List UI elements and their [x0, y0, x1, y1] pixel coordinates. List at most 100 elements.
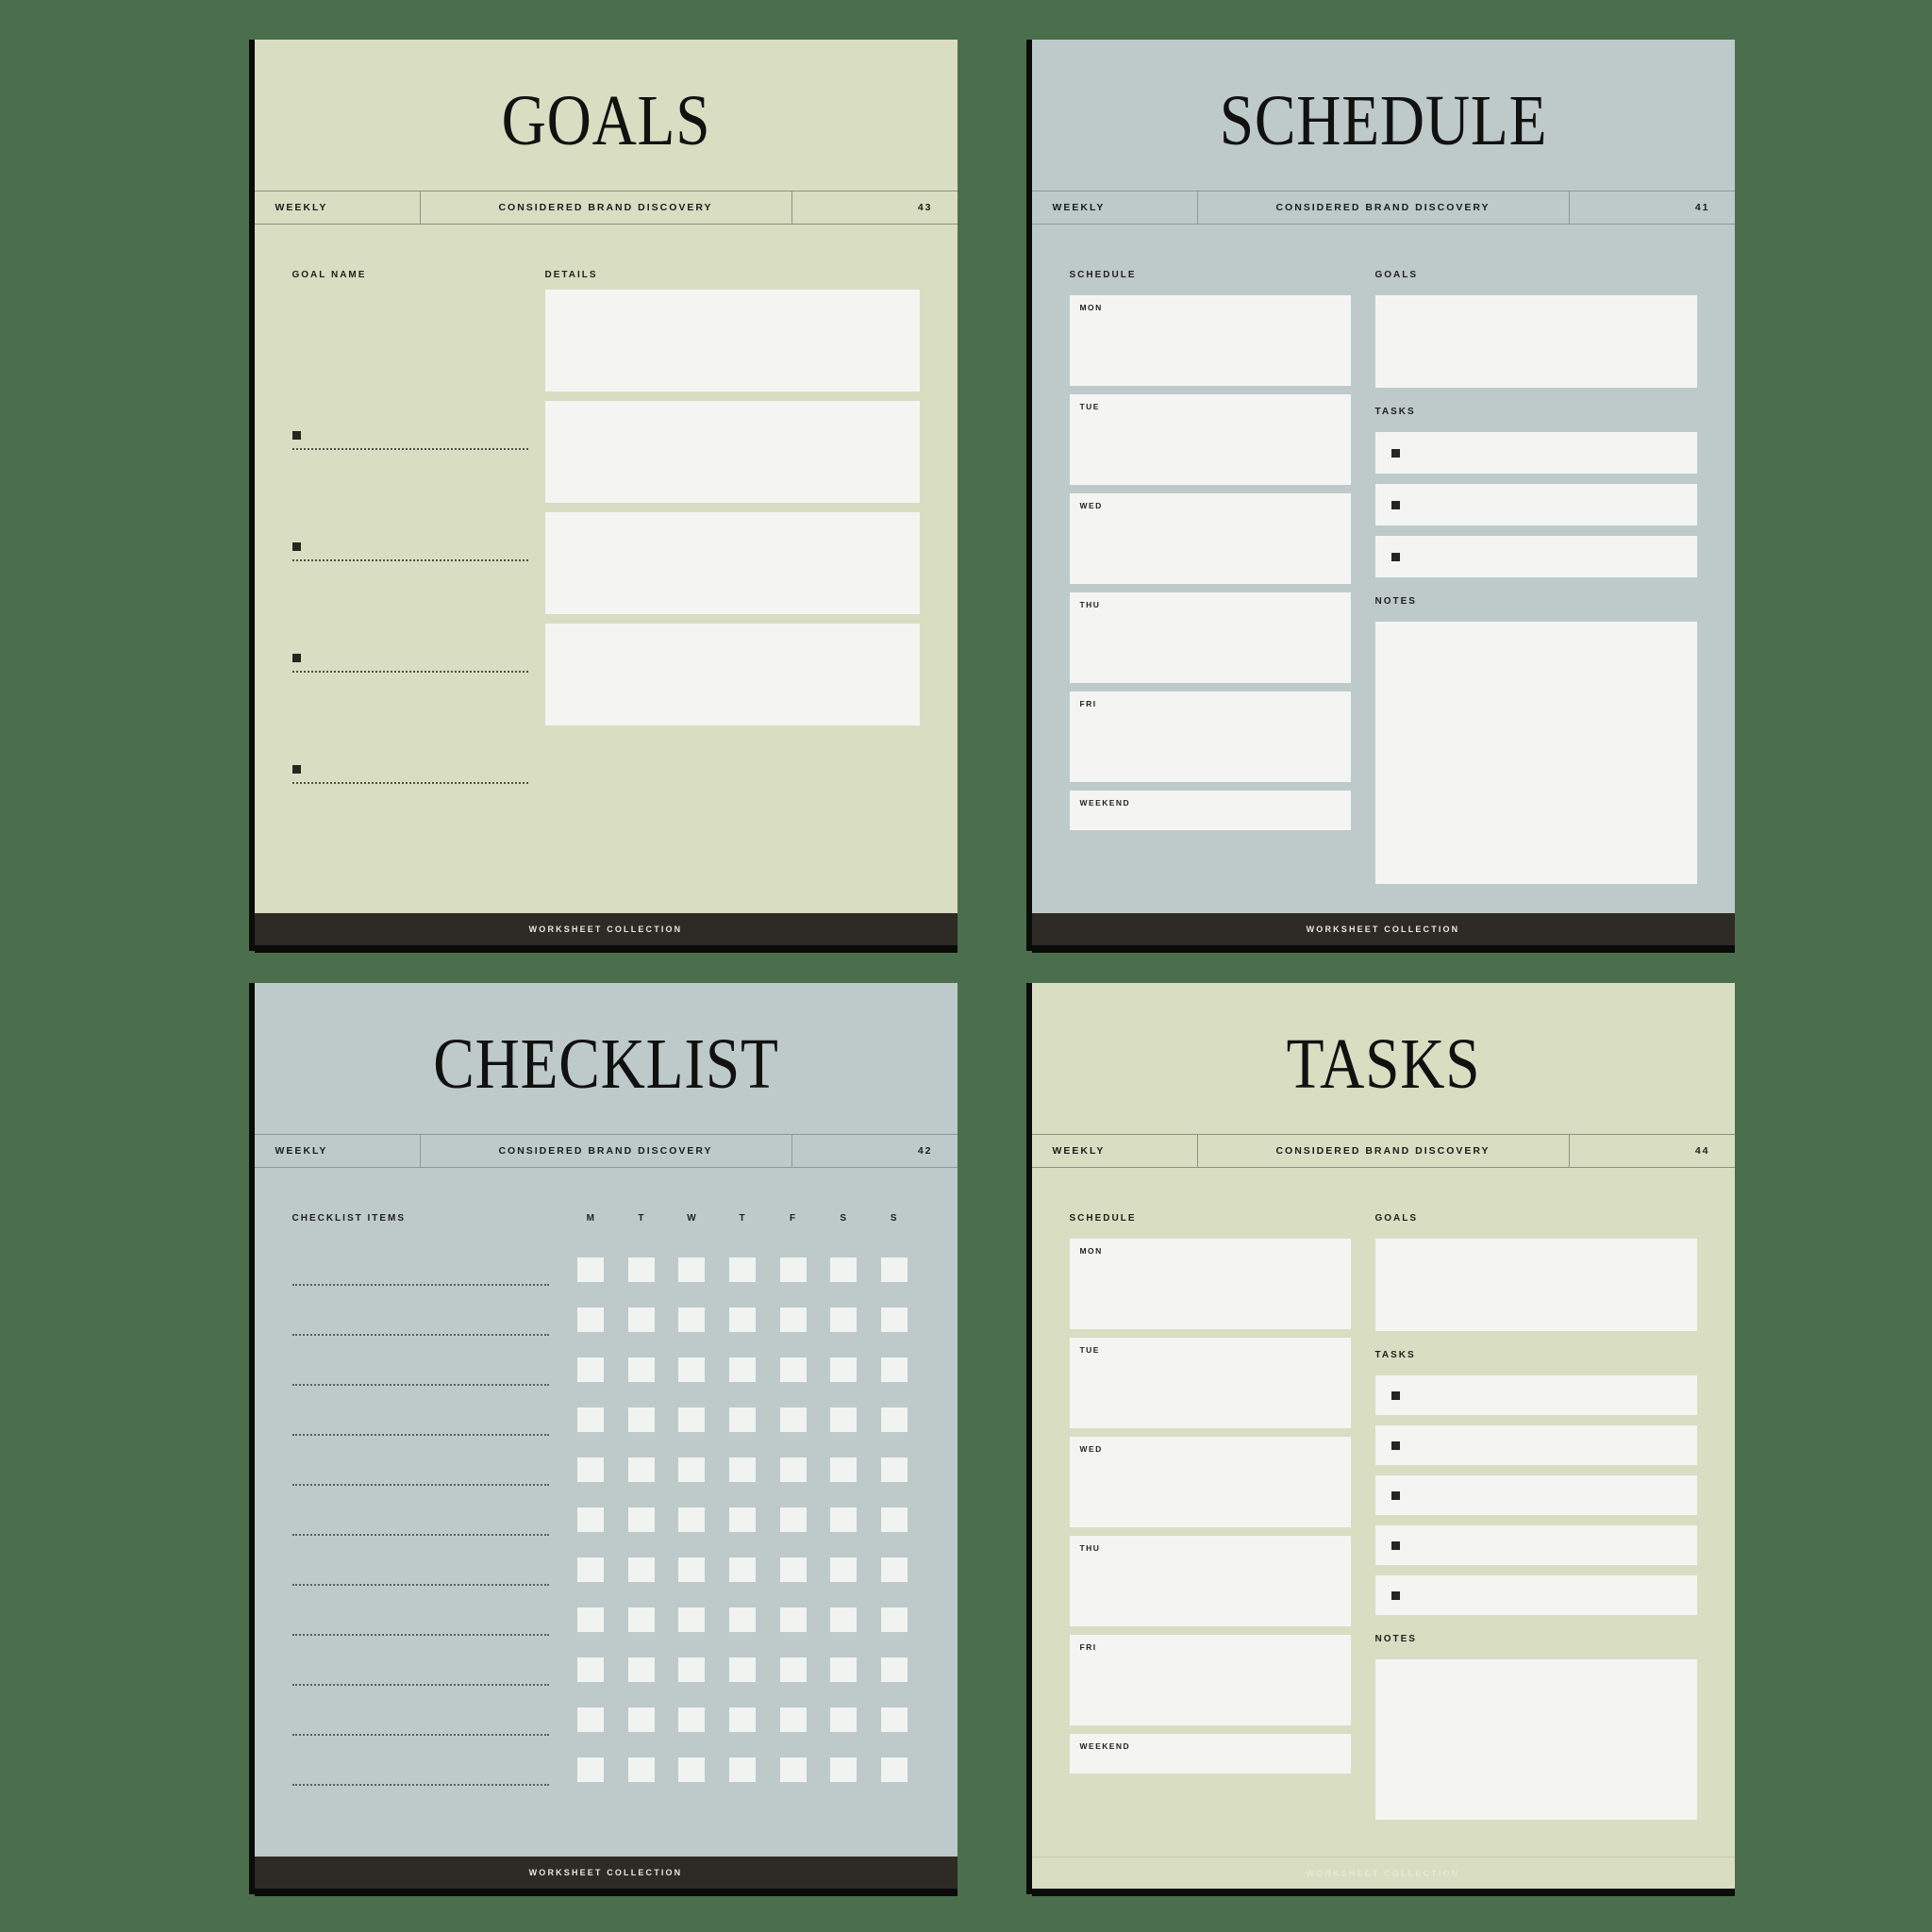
checkbox[interactable]	[880, 1457, 908, 1482]
worksheet-checklist[interactable]: CHECKLIST WEEKLY CONSIDERED BRAND DISCOV…	[254, 983, 958, 1889]
day-box-tue[interactable]: TUE	[1069, 394, 1351, 485]
goal-row[interactable]	[291, 561, 528, 673]
checkbox[interactable]	[830, 1707, 858, 1732]
task-row[interactable]	[1374, 1375, 1697, 1415]
checkbox[interactable]	[729, 1657, 757, 1682]
checkbox[interactable]	[779, 1407, 807, 1432]
task-row[interactable]	[1374, 432, 1697, 474]
worksheet-tasks[interactable]: TASKS WEEKLY CONSIDERED BRAND DISCOVERY …	[1031, 983, 1735, 1889]
checkbox[interactable]	[678, 1757, 706, 1782]
checkbox[interactable]	[779, 1707, 807, 1732]
detail-box[interactable]	[544, 624, 920, 725]
detail-box[interactable]	[544, 512, 920, 614]
checkbox[interactable]	[830, 1507, 858, 1532]
checkbox[interactable]	[880, 1707, 908, 1732]
checkbox[interactable]	[577, 1757, 605, 1782]
checkbox[interactable]	[577, 1457, 605, 1482]
checkbox[interactable]	[678, 1457, 706, 1482]
checkbox[interactable]	[577, 1657, 605, 1682]
checkbox[interactable]	[779, 1357, 807, 1382]
checkbox[interactable]	[627, 1757, 655, 1782]
checkbox[interactable]	[678, 1707, 706, 1732]
checkbox[interactable]	[779, 1307, 807, 1332]
checkbox[interactable]	[830, 1357, 858, 1382]
checkbox[interactable]	[729, 1757, 757, 1782]
notes-box[interactable]	[1374, 622, 1697, 884]
checkbox[interactable]	[880, 1607, 908, 1632]
checklist-item-write-line[interactable]	[291, 1584, 549, 1586]
checkbox[interactable]	[678, 1557, 706, 1582]
checkbox[interactable]	[577, 1507, 605, 1532]
checkbox[interactable]	[880, 1757, 908, 1782]
checkbox[interactable]	[880, 1507, 908, 1532]
day-box-fri[interactable]: FRI	[1069, 691, 1351, 782]
checkbox[interactable]	[627, 1407, 655, 1432]
checkbox[interactable]	[830, 1407, 858, 1432]
day-box-mon[interactable]: MON	[1069, 1239, 1351, 1329]
checkbox[interactable]	[830, 1457, 858, 1482]
checkbox[interactable]	[779, 1757, 807, 1782]
worksheet-goals[interactable]: GOALS WEEKLY CONSIDERED BRAND DISCOVERY …	[254, 40, 958, 945]
checkbox[interactable]	[678, 1357, 706, 1382]
checklist-item-write-line[interactable]	[291, 1784, 549, 1786]
checkbox[interactable]	[830, 1307, 858, 1332]
checkbox[interactable]	[678, 1607, 706, 1632]
checkbox[interactable]	[678, 1257, 706, 1282]
goal-write-line[interactable]	[291, 782, 528, 784]
checkbox[interactable]	[577, 1557, 605, 1582]
checkbox[interactable]	[779, 1507, 807, 1532]
day-box-wed[interactable]: WED	[1069, 493, 1351, 584]
checklist-item-write-line[interactable]	[291, 1634, 549, 1636]
checkbox[interactable]	[729, 1257, 757, 1282]
checkbox[interactable]	[880, 1307, 908, 1332]
checklist-item-write-line[interactable]	[291, 1684, 549, 1686]
checkbox[interactable]	[830, 1257, 858, 1282]
checkbox[interactable]	[830, 1657, 858, 1682]
checklist-item-write-line[interactable]	[291, 1734, 549, 1736]
checkbox[interactable]	[729, 1507, 757, 1532]
worksheet-schedule[interactable]: SCHEDULE WEEKLY CONSIDERED BRAND DISCOVE…	[1031, 40, 1735, 945]
checkbox[interactable]	[880, 1657, 908, 1682]
checkbox[interactable]	[577, 1357, 605, 1382]
checkbox[interactable]	[627, 1507, 655, 1532]
day-box-wed[interactable]: WED	[1069, 1437, 1351, 1527]
task-row[interactable]	[1374, 1575, 1697, 1615]
checkbox[interactable]	[779, 1557, 807, 1582]
checkbox[interactable]	[678, 1507, 706, 1532]
checkbox[interactable]	[729, 1607, 757, 1632]
checklist-item-write-line[interactable]	[291, 1484, 549, 1486]
goals-box[interactable]	[1374, 295, 1697, 388]
checklist-item-write-line[interactable]	[291, 1434, 549, 1436]
goal-row[interactable]	[291, 450, 528, 561]
checkbox[interactable]	[880, 1407, 908, 1432]
checkbox[interactable]	[577, 1257, 605, 1282]
task-row[interactable]	[1374, 536, 1697, 577]
checkbox[interactable]	[729, 1307, 757, 1332]
checkbox[interactable]	[880, 1257, 908, 1282]
checkbox[interactable]	[880, 1557, 908, 1582]
goal-row[interactable]	[291, 673, 528, 784]
checkbox[interactable]	[880, 1357, 908, 1382]
checkbox[interactable]	[577, 1407, 605, 1432]
day-box-tue[interactable]: TUE	[1069, 1338, 1351, 1428]
checkbox[interactable]	[678, 1307, 706, 1332]
task-row[interactable]	[1374, 484, 1697, 525]
checklist-item-write-line[interactable]	[291, 1384, 549, 1386]
checkbox[interactable]	[729, 1457, 757, 1482]
checklist-item-write-line[interactable]	[291, 1334, 549, 1336]
goal-row[interactable]	[291, 339, 528, 450]
task-row[interactable]	[1374, 1425, 1697, 1465]
checkbox[interactable]	[729, 1707, 757, 1732]
checkbox[interactable]	[779, 1607, 807, 1632]
checkbox[interactable]	[779, 1657, 807, 1682]
day-box-weekend[interactable]: WEEKEND	[1069, 1734, 1351, 1774]
detail-box[interactable]	[544, 290, 920, 391]
checkbox[interactable]	[577, 1707, 605, 1732]
checkbox[interactable]	[627, 1557, 655, 1582]
day-box-weekend[interactable]: WEEKEND	[1069, 791, 1351, 830]
checkbox[interactable]	[627, 1357, 655, 1382]
checkbox[interactable]	[678, 1407, 706, 1432]
day-box-thu[interactable]: THU	[1069, 1536, 1351, 1626]
checkbox[interactable]	[729, 1407, 757, 1432]
task-row[interactable]	[1374, 1525, 1697, 1565]
